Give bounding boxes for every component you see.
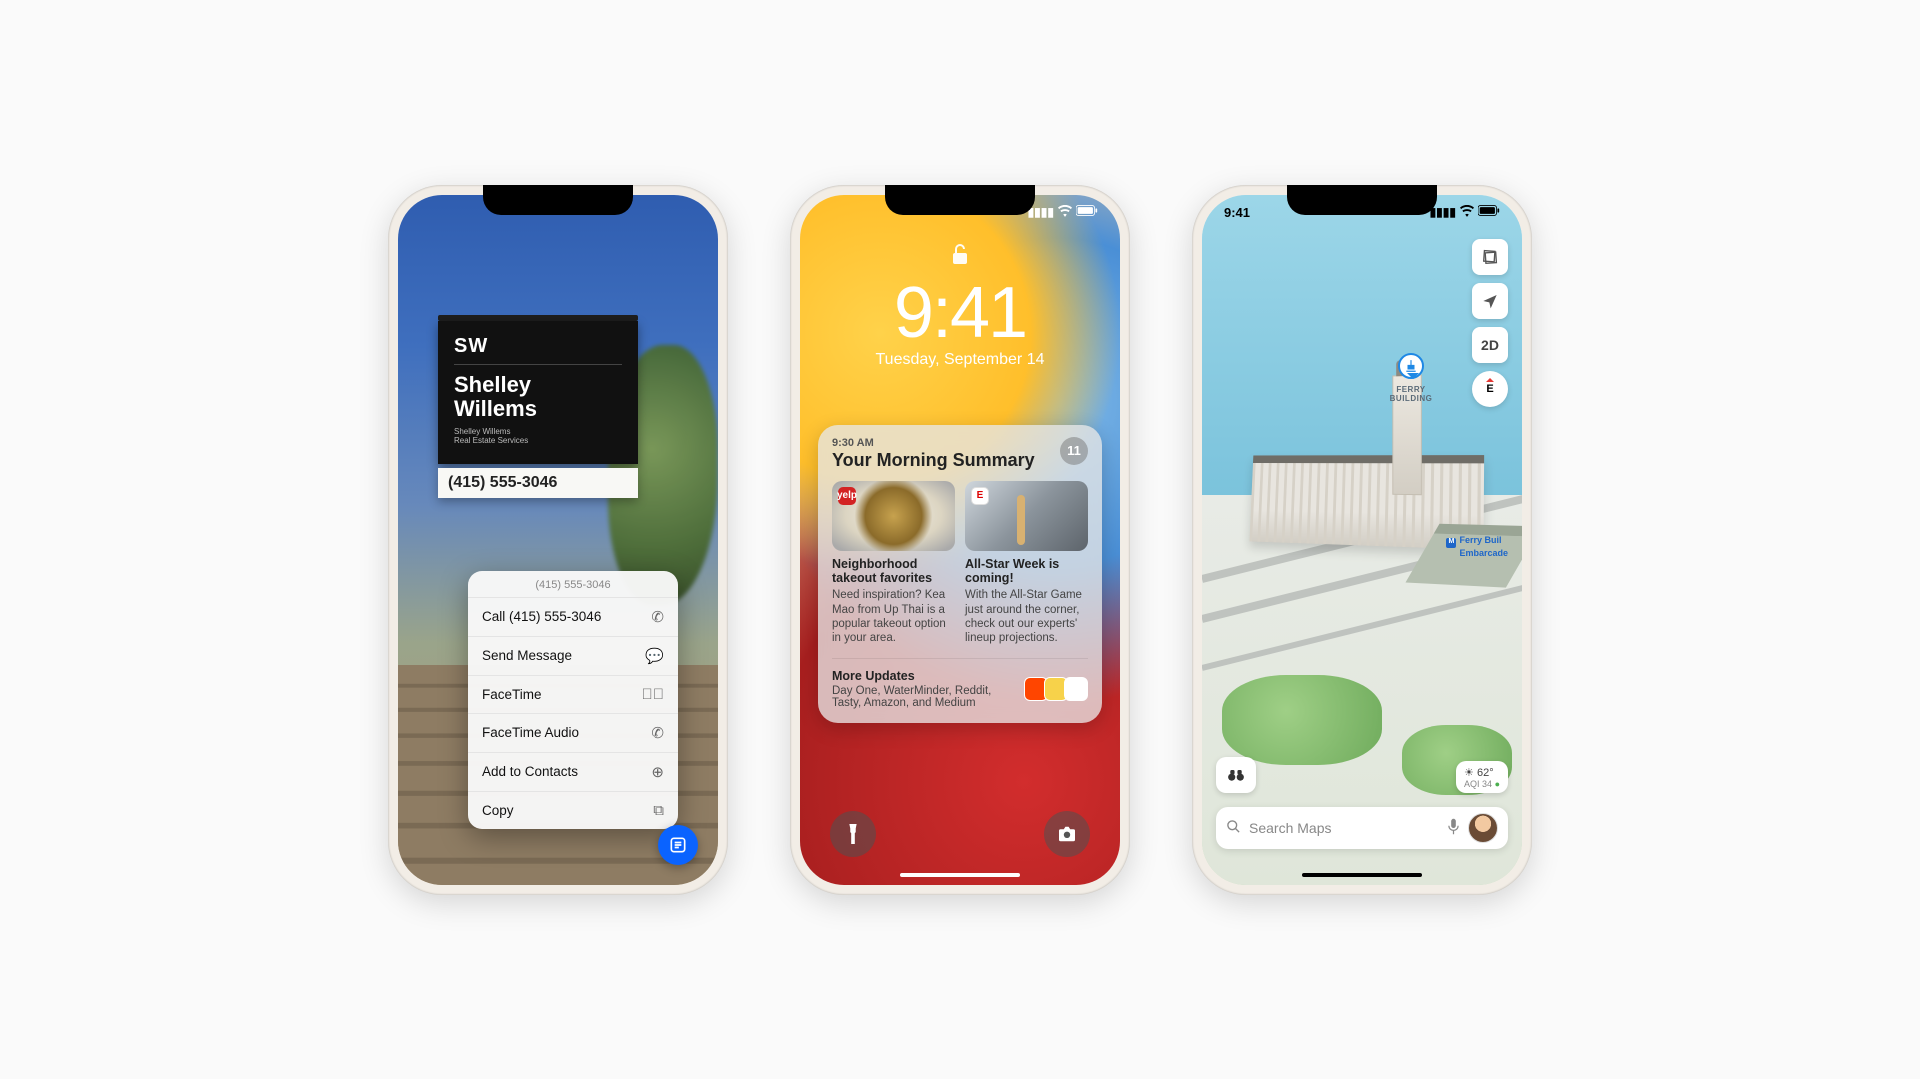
flashlight-button[interactable] (830, 811, 876, 857)
summary-card-1-body: Need inspiration? Kea Mao from Up Thai i… (832, 588, 955, 646)
home-indicator[interactable] (900, 873, 1020, 877)
map-pin-label: FERRY BUILDING (1378, 385, 1444, 403)
camera-button[interactable] (1044, 811, 1090, 857)
map-pin-ferry-building[interactable] (1398, 353, 1424, 379)
more-updates-app-icons (1028, 677, 1088, 701)
copy-action[interactable]: Copy ⧉ (468, 792, 678, 829)
more-updates-title: More Updates (832, 669, 1018, 683)
battery-icon (1076, 205, 1098, 219)
add-contacts-action[interactable]: Add to Contacts ⊕ (468, 753, 678, 792)
phone-lock-screen: ▮▮▮▮ 9:41 Tuesday, September 14 9:30 AM … (790, 185, 1130, 895)
sign-phone-number: (415) 555-3046 (438, 468, 638, 498)
summary-card-2[interactable]: E All-Star Week is coming! With the All-… (965, 481, 1088, 646)
live-text-button[interactable] (658, 825, 698, 865)
summary-card-2-head: All-Star Week is coming! (965, 557, 1088, 586)
search-placeholder: Search Maps (1249, 820, 1439, 836)
phone-icon: ✆ (651, 724, 664, 742)
notch (885, 185, 1035, 215)
summary-card-2-body: With the All-Star Game just around the c… (965, 588, 1088, 646)
message-action[interactable]: Send Message 💬 (468, 637, 678, 676)
facetime-label: FaceTime (482, 687, 542, 702)
summary-time: 9:30 AM (832, 437, 1035, 449)
profile-avatar[interactable] (1468, 813, 1498, 843)
wifi-icon (1460, 205, 1474, 220)
map-layers-button[interactable] (1472, 239, 1508, 275)
notch (483, 185, 633, 215)
phone-icon: ✆ (651, 608, 664, 626)
lock-date: Tuesday, September 14 (800, 351, 1120, 369)
transit-station-label[interactable]: MFerry Buil Embarcade (1446, 535, 1508, 558)
summary-thumb-sports: E (965, 481, 1088, 551)
context-menu-header: (415) 555-3046 (468, 571, 678, 598)
video-icon: ▢⃞ (642, 686, 665, 703)
sign-agent-name: Shelley Willems (454, 373, 622, 421)
facetime-audio-action[interactable]: FaceTime Audio ✆ (468, 714, 678, 753)
app-mini-icon (1064, 677, 1088, 701)
sign-logo: SW (454, 335, 622, 365)
more-updates-body: Day One, WaterMinder, Reddit, Tasty, Ama… (832, 685, 1018, 709)
map-2d-button[interactable]: 2D (1472, 327, 1508, 363)
call-action[interactable]: Call (415) 555-3046 ✆ (468, 598, 678, 637)
summary-card-1[interactable]: yelp Neighborhood takeout favorites Need… (832, 481, 955, 646)
home-indicator[interactable] (1302, 873, 1422, 877)
add-contact-icon: ⊕ (651, 763, 664, 781)
lock-screen: ▮▮▮▮ 9:41 Tuesday, September 14 9:30 AM … (800, 195, 1120, 885)
map-park (1222, 675, 1382, 765)
map-lookaround-button[interactable] (1216, 757, 1256, 793)
copy-icon: ⧉ (653, 802, 664, 819)
message-label: Send Message (482, 648, 572, 663)
map-compass[interactable]: E (1472, 371, 1508, 407)
phone-maps: FERRY BUILDING MFerry Buil Embarcade 9:4… (1192, 185, 1532, 895)
call-label: Call (415) 555-3046 (482, 609, 601, 624)
facetime-action[interactable]: FaceTime ▢⃞ (468, 676, 678, 714)
message-icon: 💬 (645, 647, 664, 665)
camera-live-text-screen: SW Shelley Willems Shelley Willems Real … (398, 195, 718, 885)
lock-icon (800, 243, 1120, 273)
summary-thumb-food: yelp (832, 481, 955, 551)
lock-time: 9:41 (800, 277, 1120, 349)
mic-icon[interactable] (1447, 818, 1460, 838)
notification-summary-card[interactable]: 9:30 AM Your Morning Summary 11 yelp Nei… (818, 425, 1102, 723)
map-weather-chip[interactable]: ☀︎ 62° AQI 34 ● (1456, 761, 1508, 793)
map-locate-button[interactable] (1472, 283, 1508, 319)
copy-label: Copy (482, 803, 514, 818)
summary-title: Your Morning Summary (832, 450, 1035, 471)
status-time: 9:41 (1224, 205, 1250, 220)
transit-icon: M (1446, 538, 1456, 548)
realtor-sign: SW Shelley Willems Shelley Willems Real … (438, 315, 638, 499)
summary-more-updates[interactable]: More Updates Day One, WaterMinder, Reddi… (832, 658, 1088, 709)
notch (1287, 185, 1437, 215)
wifi-icon (1058, 205, 1072, 220)
espn-chip: E (971, 487, 989, 505)
phone-number-context-menu: (415) 555-3046 Call (415) 555-3046 ✆ Sen… (468, 571, 678, 829)
maps-screen[interactable]: FERRY BUILDING MFerry Buil Embarcade 9:4… (1202, 195, 1522, 885)
search-icon (1226, 819, 1241, 837)
lock-header: 9:41 Tuesday, September 14 (800, 243, 1120, 369)
summary-count-badge: 11 (1060, 437, 1088, 465)
phone-live-text: SW Shelley Willems Shelley Willems Real … (388, 185, 728, 895)
ferry-building-3d (1242, 375, 1502, 545)
battery-icon (1478, 205, 1500, 219)
map-controls: 2D E (1472, 239, 1508, 407)
summary-card-1-head: Neighborhood takeout favorites (832, 557, 955, 586)
add-contacts-label: Add to Contacts (482, 764, 578, 779)
maps-search-bar[interactable]: Search Maps (1216, 807, 1508, 849)
sun-icon: ☀︎ (1464, 767, 1474, 779)
yelp-chip: yelp (838, 487, 856, 505)
sign-subtitle: Shelley Willems Real Estate Services (454, 427, 622, 446)
facetime-audio-label: FaceTime Audio (482, 725, 579, 740)
